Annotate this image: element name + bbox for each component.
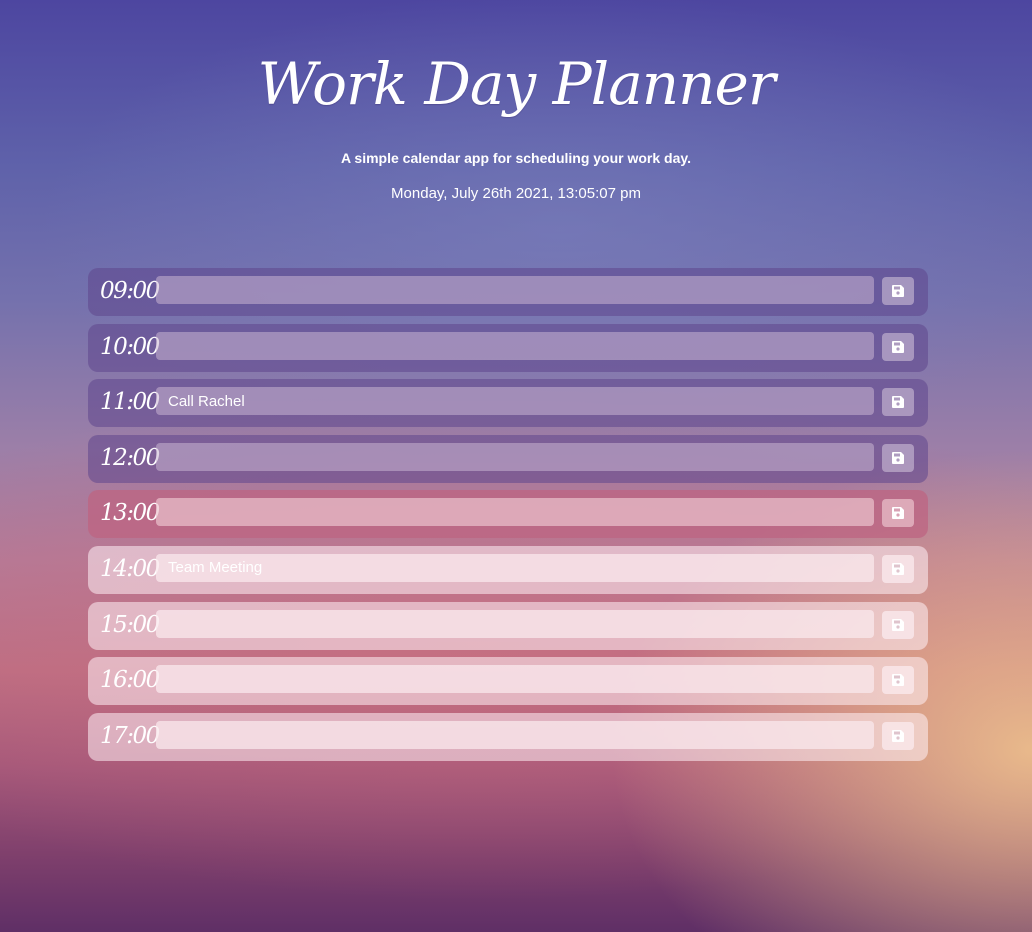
floppy-disk-icon xyxy=(892,674,904,687)
save-button[interactable] xyxy=(882,443,914,472)
event-input[interactable] xyxy=(156,665,874,694)
floppy-disk-icon xyxy=(892,340,904,353)
time-block-0900: 09:00 xyxy=(88,268,928,316)
hour-label: 10:00 xyxy=(100,333,160,360)
hour-label: 15:00 xyxy=(100,611,160,638)
hour-label: 17:00 xyxy=(100,722,160,749)
floppy-disk-icon xyxy=(892,618,904,631)
hour-label: 09:00 xyxy=(100,278,160,304)
event-input[interactable] xyxy=(156,387,874,416)
floppy-disk-icon xyxy=(892,396,904,409)
planner: 09:00 10:00 11:00 12:00 xyxy=(88,268,928,768)
save-button[interactable] xyxy=(882,332,914,361)
save-button[interactable] xyxy=(882,499,914,528)
hour-label: 16:00 xyxy=(100,667,160,694)
page-subtitle: A simple calendar app for scheduling you… xyxy=(340,150,692,166)
save-button[interactable] xyxy=(882,721,914,750)
current-datetime: Monday, July 26th 2021, 13:05:07 pm xyxy=(391,185,641,202)
hour-label: 14:00 xyxy=(100,555,160,582)
floppy-disk-icon xyxy=(892,285,904,297)
event-input[interactable] xyxy=(156,720,874,749)
save-button[interactable] xyxy=(882,554,914,583)
time-block-1300: 13:00 xyxy=(88,490,928,539)
time-block-1200: 12:00 xyxy=(88,434,928,483)
hour-label: 11:00 xyxy=(100,389,160,416)
save-button[interactable] xyxy=(882,388,914,417)
floppy-disk-icon xyxy=(892,451,904,464)
event-input[interactable] xyxy=(156,609,874,638)
floppy-disk-icon xyxy=(892,562,904,575)
hour-label: 12:00 xyxy=(100,444,160,471)
floppy-disk-icon xyxy=(892,507,904,520)
floppy-disk-icon xyxy=(892,729,904,742)
event-input[interactable] xyxy=(156,331,874,360)
event-input[interactable] xyxy=(156,553,874,582)
hour-label: 13:00 xyxy=(100,500,160,527)
event-input[interactable] xyxy=(156,276,874,304)
event-input[interactable] xyxy=(156,498,874,527)
save-button[interactable] xyxy=(882,666,914,695)
event-input[interactable] xyxy=(156,442,874,471)
time-block-1600: 16:00 xyxy=(88,657,928,706)
time-block-1400: 14:00 xyxy=(88,545,928,594)
save-button[interactable] xyxy=(882,277,914,305)
save-button[interactable] xyxy=(882,610,914,639)
time-block-1700: 17:00 xyxy=(88,712,928,761)
time-block-1000: 10:00 xyxy=(88,323,928,372)
time-block-1100: 11:00 xyxy=(88,379,928,428)
time-block-1500: 15:00 xyxy=(88,601,928,650)
page-title: Work Day Planner xyxy=(257,50,775,118)
